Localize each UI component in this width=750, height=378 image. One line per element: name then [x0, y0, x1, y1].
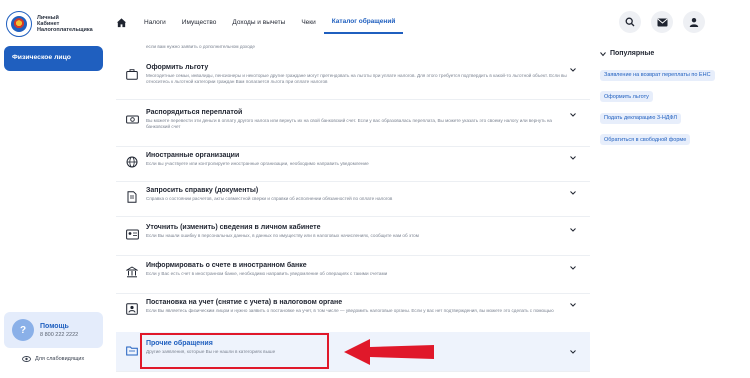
top-navigation: Налоги Имущество Доходы и вычеты Чеки Ка…	[114, 10, 404, 34]
eye-icon	[22, 356, 31, 362]
logo[interactable]: Личный Кабинет Налогоплательщика	[6, 10, 126, 38]
chevron-down-icon[interactable]	[568, 350, 578, 354]
globe-icon	[124, 154, 140, 170]
document-icon	[124, 189, 140, 205]
profile-button[interactable]	[683, 11, 705, 33]
chevron-down-icon[interactable]	[568, 303, 578, 307]
chevron-down-icon[interactable]	[568, 191, 578, 195]
row-title: Запросить справку (документы)	[146, 187, 259, 194]
row-desc: Если вы участвуете или контролируете ино…	[146, 161, 369, 166]
chevron-down-icon[interactable]	[568, 68, 578, 72]
help-card[interactable]: ? Помощь 8 800 222 2222	[4, 312, 103, 348]
logo-text: Личный Кабинет Налогоплательщика	[37, 15, 93, 33]
list-item-update-info[interactable]: Уточнить (изменить) сведения в личном ка…	[116, 224, 590, 256]
popular-title: Популярные	[600, 50, 740, 57]
nav-receipts[interactable]: Чеки	[293, 10, 323, 34]
popular-chip[interactable]: Заявление на возврат переплаты по ЕНС	[600, 69, 715, 81]
fns-emblem-icon	[6, 11, 32, 37]
messages-button[interactable]	[651, 11, 673, 33]
row-title: Оформить льготу	[146, 64, 209, 71]
folder-icon	[124, 342, 140, 358]
chevron-down-icon[interactable]	[568, 228, 578, 232]
list-item-foreign-bank[interactable]: Информировать о счете в иностранном банк…	[116, 262, 590, 294]
top-row-desc: если вам нужно заявить о дополнительном …	[146, 44, 255, 49]
annotation-highlight-box	[140, 333, 329, 369]
help-phone: 8 800 222 2222	[40, 331, 79, 338]
row-desc: Многодетные семьи, инвалиды, пенсионеры …	[146, 73, 567, 84]
accessibility-label: Для слабовидящих	[35, 356, 85, 362]
popular-chip[interactable]: Подать декларацию 3-НДФЛ	[600, 112, 682, 124]
popular-chip[interactable]: Оформить льготу	[600, 91, 653, 102]
person-doc-icon	[124, 301, 140, 317]
money-icon	[124, 111, 140, 127]
row-desc: Вы можете перевести эти деньги в оплату …	[146, 118, 552, 129]
row-title: Иностранные организации	[146, 152, 240, 159]
search-button[interactable]	[619, 11, 641, 33]
chevron-down-icon[interactable]	[568, 113, 578, 117]
list-item-benefit[interactable]: Оформить льготу Многодетные семьи, инвали…	[116, 64, 590, 100]
nav-income-deductions[interactable]: Доходы и вычеты	[224, 10, 293, 34]
row-desc: Справка о состоянии расчетов, акты совме…	[146, 196, 393, 201]
nav-request-catalog[interactable]: Каталог обращений	[323, 10, 404, 34]
row-desc: Если у Вас есть счет в иностранном банке…	[146, 271, 388, 276]
search-icon	[625, 17, 635, 27]
list-item-registration[interactable]: Постановка на учет (снятие с учета) в на…	[116, 299, 590, 333]
popular-panel: Популярные Заявление на возврат переплат…	[600, 50, 740, 149]
row-title: Постановка на учет (снятие с учета) в на…	[146, 299, 343, 306]
row-title: Распорядиться переплатой	[146, 109, 243, 116]
question-icon: ?	[12, 319, 34, 341]
popular-chip[interactable]: Обратиться в свободной форме	[600, 134, 691, 145]
briefcase-icon	[124, 66, 140, 82]
annotation-arrow	[344, 339, 434, 365]
list-item-request-certificate[interactable]: Запросить справку (документы) Справка о с…	[116, 187, 590, 217]
row-desc: Если Вы являетесь физическим лицом и нуж…	[146, 308, 554, 313]
accessibility-link[interactable]: Для слабовидящих	[22, 356, 84, 362]
chevron-down-icon	[600, 51, 606, 56]
individual-account-card[interactable]: Физическое лицо	[4, 46, 103, 71]
help-title: Помощь	[40, 322, 69, 330]
nav-taxes[interactable]: Налоги	[136, 10, 174, 34]
chevron-down-icon[interactable]	[568, 156, 578, 160]
home-icon[interactable]	[114, 15, 128, 29]
nav-property[interactable]: Имущество	[174, 10, 225, 34]
user-icon	[689, 18, 699, 27]
bank-icon	[124, 264, 140, 280]
chevron-down-icon[interactable]	[568, 266, 578, 270]
row-desc: Если Вы нашли ошибку в персональных данн…	[146, 233, 419, 238]
list-item-foreign-orgs[interactable]: Иностранные организации Если вы участвует…	[116, 152, 590, 182]
id-card-icon	[124, 226, 140, 242]
list-item-overpayment[interactable]: Распорядиться переплатой Вы можете переве…	[116, 109, 590, 147]
row-title: Информировать о счете в иностранном банк…	[146, 262, 307, 269]
row-title: Уточнить (изменить) сведения в личном ка…	[146, 224, 321, 231]
envelope-icon	[657, 18, 667, 26]
